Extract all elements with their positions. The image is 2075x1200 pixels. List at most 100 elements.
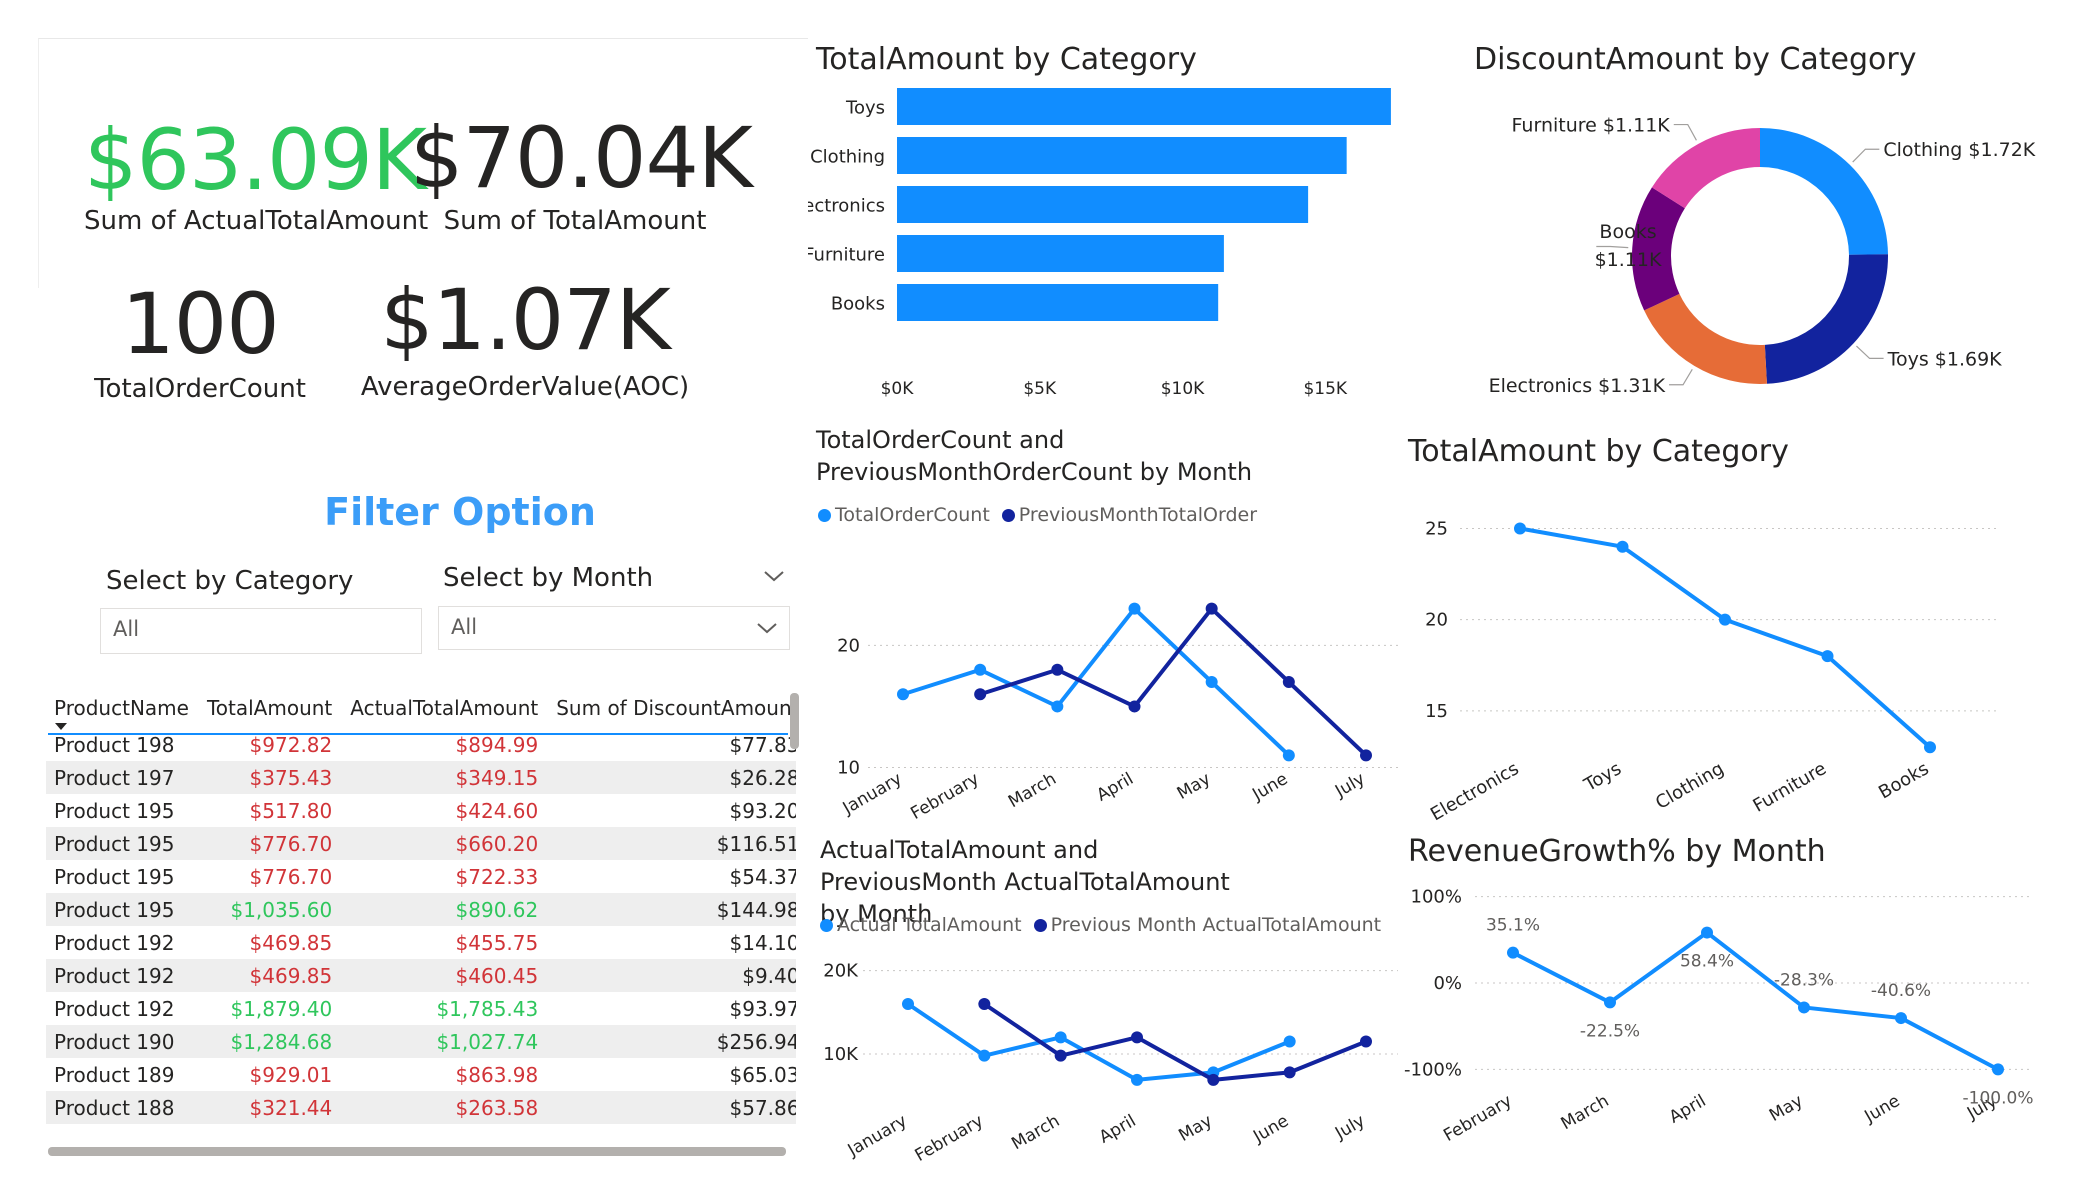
kpi-order-count-value: 100: [121, 275, 279, 373]
category-label: Electronics: [808, 196, 885, 217]
x-tick-label: $10K: [1161, 379, 1205, 399]
category-slicer-dropdown[interactable]: All: [100, 608, 422, 654]
column-header-productname[interactable]: ProductName: [46, 688, 199, 730]
bar: [897, 284, 1219, 321]
x-tick-label: February: [912, 1111, 987, 1166]
data-point: [1051, 700, 1064, 713]
total-amount-cell: $1,879.40: [230, 996, 333, 1021]
actual-total-cell: $1,027.74: [342, 1025, 549, 1058]
x-tick-label: $15K: [1303, 379, 1347, 399]
column-header-actualtotalamount[interactable]: ActualTotalAmount: [342, 688, 548, 728]
product-name-cell: Product 190: [46, 1025, 199, 1058]
actual-total-cell: $1,785.43: [436, 996, 539, 1021]
data-point: [1282, 749, 1295, 762]
total-amount-cell: $375.43: [198, 761, 343, 794]
x-tick-label: May: [1766, 1091, 1806, 1126]
slice-value: $1.11K: [1595, 249, 1662, 271]
total-amount-cell: $776.70: [198, 827, 343, 860]
x-tick-label: Furniture: [1750, 758, 1830, 817]
column-header-totalamount[interactable]: TotalAmount: [199, 688, 342, 728]
product-name-cell: Product 195: [46, 827, 199, 860]
sort-descending-icon: [55, 723, 67, 730]
data-point: [1507, 946, 1519, 959]
x-tick-label: June: [1861, 1091, 1904, 1127]
bar: [897, 186, 1309, 223]
bar-chart: Toys Clothing Electronics Furniture Books $0K…: [808, 88, 1391, 399]
table-row[interactable]: Product 195 $776.70 $660.20 $116.51: [46, 827, 796, 860]
data-point: [974, 663, 987, 676]
table-row[interactable]: Product 192 $469.85 $455.75 $14.10: [46, 926, 796, 959]
data-point: [1360, 1035, 1372, 1048]
table-vertical-scrollbar[interactable]: [790, 693, 799, 749]
table-horizontal-scrollbar[interactable]: [48, 1147, 786, 1156]
total-amount-cell: $321.44: [198, 1091, 343, 1124]
data-label: 35.1%: [1486, 916, 1540, 936]
x-tick-label: Toys: [1580, 758, 1625, 796]
column-header-discountamount[interactable]: Sum of DiscountAmount: [548, 688, 796, 728]
kpi-order-count-label: TotalOrderCount: [94, 374, 306, 404]
actual-total-cell: $722.33: [455, 864, 539, 889]
category-label: Clothing: [810, 147, 885, 168]
y-tick-label: 25: [1425, 518, 1448, 539]
discount-amount-cell: $93.20: [729, 798, 797, 823]
x-tick-label: June: [1248, 769, 1291, 805]
table-row[interactable]: Product 197 $375.43 $349.15 $26.28: [46, 761, 796, 794]
data-point: [1924, 741, 1936, 754]
discount-amount-cell: $9.40: [548, 959, 796, 992]
data-point: [1051, 663, 1064, 676]
total-amount-cell: $517.80: [249, 798, 333, 823]
table-row[interactable]: Product 189 $929.01 $863.98 $65.03: [46, 1058, 796, 1091]
leader-line: [1596, 245, 1629, 249]
bar: [897, 137, 1347, 174]
table-row[interactable]: Product 195 $517.80 $424.60 $93.20: [46, 794, 796, 827]
total-amount-cell: $1,284.68: [198, 1025, 343, 1058]
leader-line: [1673, 123, 1697, 141]
category-line-chart: 15 20 25 Electronics Toys Clothing Furniture Bo…: [1425, 518, 2000, 825]
actual-total-cell: $424.60: [455, 798, 539, 823]
table-row[interactable]: Product 188 $321.44 $263.58 $57.86: [46, 1091, 796, 1124]
y-tick-label: 10: [837, 758, 860, 779]
discount-amount-cell: $93.97: [729, 996, 797, 1021]
kpi-actual-total-value: $63.09K: [84, 111, 427, 209]
slice-label: Electronics: [1489, 375, 1593, 397]
data-point: [1992, 1063, 2004, 1076]
x-tick-label: March: [1008, 1111, 1063, 1154]
total-amount-cell: $469.85: [249, 930, 333, 955]
table-row[interactable]: Product 192 $469.85 $460.45 $9.40: [46, 959, 796, 992]
discount-amount-cell: $54.37: [729, 864, 797, 889]
data-point: [1895, 1012, 1907, 1025]
actual-total-cell: $455.75: [455, 930, 539, 955]
slice-label: Clothing: [1883, 139, 1962, 161]
actual-total-cell: $263.58: [342, 1091, 549, 1124]
chevron-down-icon[interactable]: [762, 568, 786, 584]
x-tick-label: April: [1093, 769, 1137, 806]
actual-total-cell: $863.98: [455, 1062, 539, 1087]
data-point: [1719, 613, 1731, 626]
month-slicer-value: All: [451, 615, 478, 639]
x-tick-label: February: [907, 769, 982, 824]
data-point: [1701, 926, 1713, 939]
x-tick-label: $0K: [881, 379, 915, 399]
actual-total-cell: $660.20: [342, 827, 549, 860]
data-point: [1514, 522, 1526, 535]
product-table: ProductName TotalAmount ActualTotalAmoun…: [46, 688, 796, 1124]
table-row[interactable]: Product 195 $776.70 $722.33 $54.37: [46, 860, 796, 893]
discount-amount-cell: $26.28: [548, 761, 796, 794]
month-slicer-dropdown[interactable]: All: [438, 606, 790, 650]
table-row[interactable]: Product 192 $1,879.40 $1,785.43 $93.97: [46, 992, 796, 1025]
x-tick-label: May: [1174, 769, 1214, 804]
kpi-aov-label: AverageOrderValue(AOC): [360, 372, 690, 402]
product-table-container[interactable]: ProductName TotalAmount ActualTotalAmoun…: [46, 688, 796, 1148]
x-tick-label: Books: [1875, 758, 1932, 803]
x-tick-label: March: [1005, 769, 1060, 812]
series-line: [1519, 526, 1932, 749]
y-tick-label: 100%: [1411, 887, 1462, 908]
table-row[interactable]: Product 195 $1,035.60 $890.62 $144.98: [46, 893, 796, 926]
data-point: [1131, 1031, 1143, 1044]
x-tick-label: February: [1440, 1091, 1515, 1146]
product-name-cell: Product 192: [46, 959, 199, 992]
table-row[interactable]: Product 190 $1,284.68 $1,027.74 $256.94: [46, 1025, 796, 1058]
table-header-row: ProductName TotalAmount ActualTotalAmoun…: [46, 688, 796, 730]
y-tick-label: 20K: [823, 961, 859, 982]
donut-chart: Clothing $1.72K Toys $1.69K Electronics $1…: [1489, 115, 2036, 397]
